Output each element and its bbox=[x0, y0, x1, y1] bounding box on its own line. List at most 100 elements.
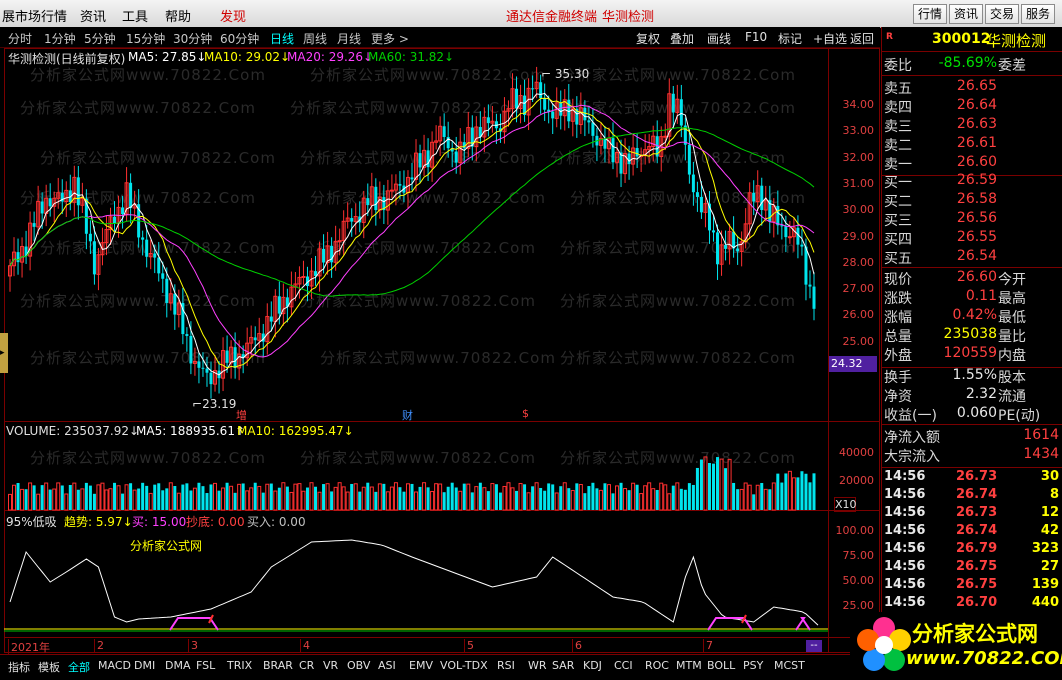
indicator-tab[interactable]: RSI bbox=[497, 659, 515, 672]
indicator-tab[interactable]: 指标 bbox=[8, 659, 30, 675]
indicator-tab[interactable]: OBV bbox=[347, 659, 370, 672]
candle-body bbox=[173, 293, 177, 315]
mark-button[interactable]: 标记 bbox=[778, 30, 802, 47]
indicator-tab[interactable]: EMV bbox=[409, 659, 433, 672]
candle-body bbox=[611, 138, 615, 163]
high-marker: ⌐ 35.30 bbox=[541, 67, 590, 81]
menu-discover[interactable]: 发现 bbox=[220, 6, 246, 25]
quote-button[interactable]: 行情 bbox=[913, 4, 948, 24]
indicator-tab[interactable]: PSY bbox=[743, 659, 763, 672]
news-button[interactable]: 资讯 bbox=[949, 4, 984, 24]
candle-body bbox=[804, 246, 808, 285]
volume-bar bbox=[137, 488, 141, 510]
back-button[interactable]: 返回 bbox=[850, 30, 874, 47]
volume-bar bbox=[410, 483, 414, 510]
bid-row[interactable]: 买五 26.54 bbox=[882, 248, 1062, 268]
volume-bar bbox=[498, 492, 502, 510]
menu-help[interactable]: 帮助 bbox=[165, 6, 191, 25]
volume-bar bbox=[157, 483, 161, 510]
stat-value: 235038 bbox=[943, 326, 997, 342]
candle-body bbox=[374, 186, 378, 211]
volume-bar bbox=[173, 486, 177, 510]
indicator-tab[interactable]: SAR bbox=[552, 659, 574, 672]
ask-label: 卖四 bbox=[884, 100, 912, 116]
tab-5min[interactable]: 5分钟 bbox=[84, 30, 116, 47]
volume-bar bbox=[145, 485, 149, 510]
volume-bar bbox=[377, 483, 382, 511]
bid-row[interactable]: 买二 26.58 bbox=[882, 191, 1062, 211]
add-watchlist-button[interactable]: +自选 bbox=[813, 30, 847, 47]
ask-row[interactable]: 卖一 26.60 bbox=[882, 154, 1062, 174]
event-mark-finance[interactable]: 财 bbox=[402, 407, 413, 423]
collapse-left-handle[interactable]: ▸ bbox=[0, 333, 8, 373]
menu-news[interactable]: 资讯 bbox=[80, 6, 106, 25]
candle-body bbox=[627, 153, 631, 165]
indicator-tab[interactable]: FSL bbox=[196, 659, 215, 672]
scroll-handle[interactable]: -- bbox=[806, 640, 822, 652]
adjust-button[interactable]: 复权 bbox=[636, 30, 660, 47]
indicator-tab[interactable]: CCI bbox=[614, 659, 633, 672]
tab-30min[interactable]: 30分钟 bbox=[173, 30, 212, 47]
tab-15min[interactable]: 15分钟 bbox=[126, 30, 165, 47]
bid-label: 买四 bbox=[884, 232, 912, 248]
volume-bar bbox=[639, 493, 644, 511]
tab-daily[interactable]: 日线 bbox=[270, 30, 294, 47]
volume-bar bbox=[494, 484, 498, 510]
ask-price: 26.65 bbox=[956, 78, 997, 94]
menu-tools[interactable]: 工具 bbox=[122, 6, 148, 25]
indicator-tab[interactable]: 全部 bbox=[68, 659, 90, 675]
stock-code: 300012 bbox=[932, 31, 991, 47]
bid-row[interactable]: 买三 26.56 bbox=[882, 210, 1062, 230]
bid-row[interactable]: 买四 26.55 bbox=[882, 229, 1062, 249]
ask-row[interactable]: 卖四 26.64 bbox=[882, 97, 1062, 117]
tab-60min[interactable]: 60分钟 bbox=[220, 30, 259, 47]
volume-bar bbox=[249, 487, 254, 511]
ask-price: 26.60 bbox=[956, 154, 997, 170]
service-button[interactable]: 服务 bbox=[1021, 4, 1056, 24]
ask-row[interactable]: 卖五 26.65 bbox=[882, 78, 1062, 98]
tick-volume: 27 bbox=[1040, 559, 1059, 574]
indicator-tab[interactable]: BOLL bbox=[707, 659, 735, 672]
volume-bar bbox=[52, 488, 57, 511]
indicator-tab[interactable]: ASI bbox=[378, 659, 396, 672]
chart-svg[interactable] bbox=[4, 48, 880, 653]
ma20-line bbox=[9, 104, 815, 358]
tab-weekly[interactable]: 周线 bbox=[303, 30, 327, 47]
volume-bar bbox=[474, 486, 479, 511]
stock-title-link[interactable]: 华测检测 bbox=[602, 6, 654, 25]
indicator-tab[interactable]: 模板 bbox=[38, 659, 60, 675]
ask-row[interactable]: 卖三 26.63 bbox=[882, 116, 1062, 136]
indicator-tab[interactable]: MTM bbox=[676, 659, 702, 672]
indicator-tab[interactable]: VOL-TDX bbox=[440, 659, 488, 672]
indicator-tab[interactable]: TRIX bbox=[227, 659, 252, 672]
tab-intraday[interactable]: 分时 bbox=[8, 30, 32, 47]
indicator-tab[interactable]: KDJ bbox=[583, 659, 602, 672]
indicator-tab[interactable]: BRAR bbox=[263, 659, 293, 672]
bid-row[interactable]: 买一 26.59 bbox=[882, 172, 1062, 192]
indicator-tab[interactable]: WR bbox=[528, 659, 547, 672]
indicator-tab[interactable]: MCST bbox=[774, 659, 805, 672]
tab-1min[interactable]: 1分钟 bbox=[44, 30, 76, 47]
draw-line-button[interactable]: 画线 bbox=[707, 30, 731, 47]
event-mark-dividend[interactable]: $ bbox=[522, 407, 529, 420]
terminal-title-link[interactable]: 通达信金融终端 bbox=[506, 6, 597, 25]
volume-bar bbox=[36, 493, 41, 511]
tab-more[interactable]: 更多 > bbox=[371, 30, 409, 47]
tab-monthly[interactable]: 月线 bbox=[337, 30, 361, 47]
indicator-tab[interactable]: DMI bbox=[134, 659, 155, 672]
indicator-tab[interactable]: DMA bbox=[165, 659, 191, 672]
indicator-tab[interactable]: MACD bbox=[98, 659, 131, 672]
trade-button[interactable]: 交易 bbox=[985, 4, 1020, 24]
indicator-tab[interactable]: ROC bbox=[645, 659, 669, 672]
overlay-button[interactable]: 叠加 bbox=[670, 30, 694, 47]
candle-body bbox=[16, 252, 20, 263]
event-mark-increase[interactable]: 增 bbox=[236, 407, 247, 423]
f10-button[interactable]: F10 bbox=[745, 30, 767, 44]
volume-bar bbox=[28, 482, 33, 511]
price-axis-label: 32.00 bbox=[842, 150, 875, 164]
indicator-tab[interactable]: CR bbox=[299, 659, 314, 672]
ask-row[interactable]: 卖二 26.61 bbox=[882, 135, 1062, 155]
indicator-tab[interactable]: VR bbox=[323, 659, 338, 672]
menu-market[interactable]: 展市场行情 bbox=[2, 6, 67, 25]
price-axis-label: 33.00 bbox=[842, 124, 875, 138]
